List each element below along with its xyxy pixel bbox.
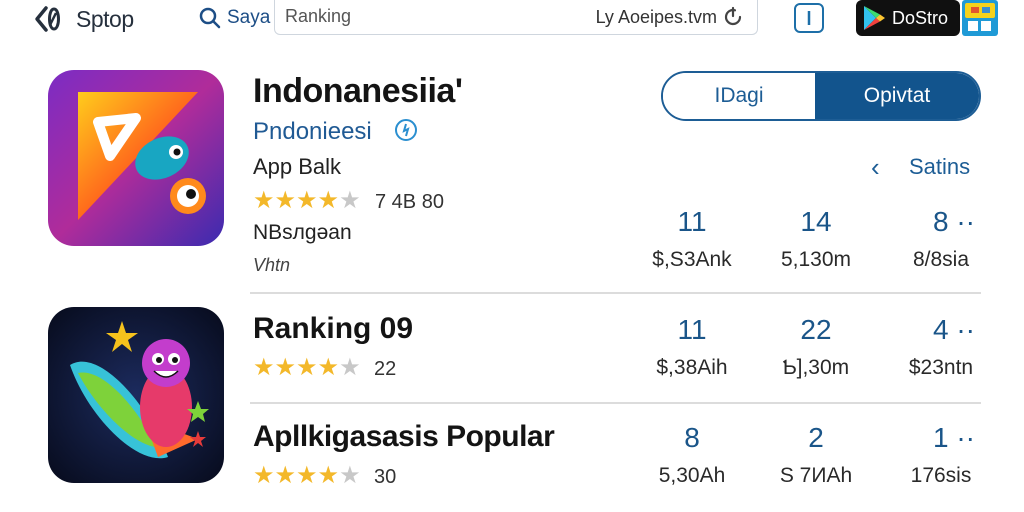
top-bar: Sptop Saya Ly Aoeipes.tvm DoStro <box>0 0 1024 40</box>
featured-app-icon[interactable] <box>48 70 224 246</box>
ranking-rating-stars: ★ ★ ★ ★ ★ <box>253 356 361 380</box>
search-icon[interactable] <box>198 6 222 30</box>
stat-subtext: Ƅ],30m <box>782 356 850 379</box>
stat-subtext: $,S3Ank <box>652 248 732 271</box>
featured-rating-text: 7 4B 80 <box>375 191 444 213</box>
segment-button-right[interactable]: Opivtat <box>815 73 979 119</box>
star-icon: ★ <box>317 187 340 214</box>
sort-link[interactable]: Satins <box>909 154 970 180</box>
stat-subtext: S 7ИAh <box>779 464 853 487</box>
segment-button-left[interactable]: IDagi <box>663 73 815 119</box>
app-logo[interactable]: Sptop <box>34 4 134 34</box>
info-icon[interactable] <box>392 118 420 142</box>
stat-subtext: 5,30Ah <box>658 464 726 487</box>
star-icon: ★ <box>296 354 318 381</box>
search-hint: Ly Aoeipes.tvm <box>595 7 717 27</box>
stat-value: 8 <box>684 422 700 453</box>
featured-meta-text: Vhtn <box>253 255 291 275</box>
bookmark-icon <box>807 11 811 25</box>
stat-value: 11 <box>677 314 707 345</box>
toggle-button-group: IDagi Opivtat <box>661 71 981 121</box>
stat-value: 14 <box>800 206 832 237</box>
search-box[interactable]: Ly Aoeipes.tvm <box>274 0 758 35</box>
stat-value: 1 ·· <box>933 422 975 453</box>
popular-rating-stars: ★ ★ ★ ★ ★ <box>253 464 361 488</box>
search-input[interactable] <box>285 6 545 27</box>
popular-app-title[interactable]: Apllkigasasis Popular <box>253 420 555 454</box>
star-icon: ★ <box>274 354 297 381</box>
stat-subtext: 176sis <box>910 464 972 487</box>
star-icon: ★ <box>253 354 275 381</box>
developer-link[interactable]: Pndonieesi <box>253 118 372 146</box>
stat-subtext: 8/8sia <box>912 248 970 271</box>
divider <box>250 292 981 294</box>
ranking-app-title[interactable]: Ranking 09 <box>253 312 413 346</box>
star-icon: ★ <box>296 187 318 214</box>
star-icon: ★ <box>317 354 340 381</box>
star-icon: ★ <box>296 462 318 489</box>
star-icon: ★ <box>317 462 340 489</box>
ranking-rating-text: 22 <box>374 358 397 380</box>
store-badge[interactable]: DoStro <box>856 0 960 36</box>
stat-value: 11 <box>677 206 707 237</box>
star-icon: ★ <box>339 354 361 381</box>
popular-rating-text: 30 <box>374 466 397 488</box>
refresh-icon[interactable] <box>721 5 745 29</box>
stat-value: 4 ·· <box>933 314 975 345</box>
star-icon: ★ <box>274 187 297 214</box>
star-icon: ★ <box>253 187 275 214</box>
stat-value: 22 <box>800 314 832 345</box>
star-icon: ★ <box>339 462 361 489</box>
featured-rating-stars: ★ ★ ★ ★ ★ <box>253 189 361 213</box>
chevron-left-icon[interactable]: ‹ <box>871 152 880 183</box>
search-label: Saya <box>227 7 271 28</box>
app-category: App Balk <box>253 154 342 179</box>
ranking-app-icon[interactable] <box>48 307 224 483</box>
stat-value: 8 ·· <box>933 206 975 237</box>
bookmark-button[interactable] <box>794 3 824 33</box>
logo-icon <box>35 6 60 32</box>
divider <box>250 402 981 404</box>
stat-subtext: $,38Aih <box>656 356 728 379</box>
star-icon: ★ <box>339 187 361 214</box>
stat-value: 2 <box>808 422 824 453</box>
play-store-icon <box>864 6 885 30</box>
store-badge-label: DoStro <box>892 7 949 28</box>
logo-text: Sptop <box>76 5 134 32</box>
featured-app-title[interactable]: Indonanesiia' <box>253 72 463 111</box>
featured-size-text: NBsлgəan <box>253 221 352 244</box>
star-icon: ★ <box>274 462 297 489</box>
star-icon: ★ <box>253 462 275 489</box>
stat-subtext: 5,130m <box>780 248 852 271</box>
region-flag-icon[interactable] <box>962 0 998 36</box>
stat-subtext: $23ntn <box>908 356 974 379</box>
